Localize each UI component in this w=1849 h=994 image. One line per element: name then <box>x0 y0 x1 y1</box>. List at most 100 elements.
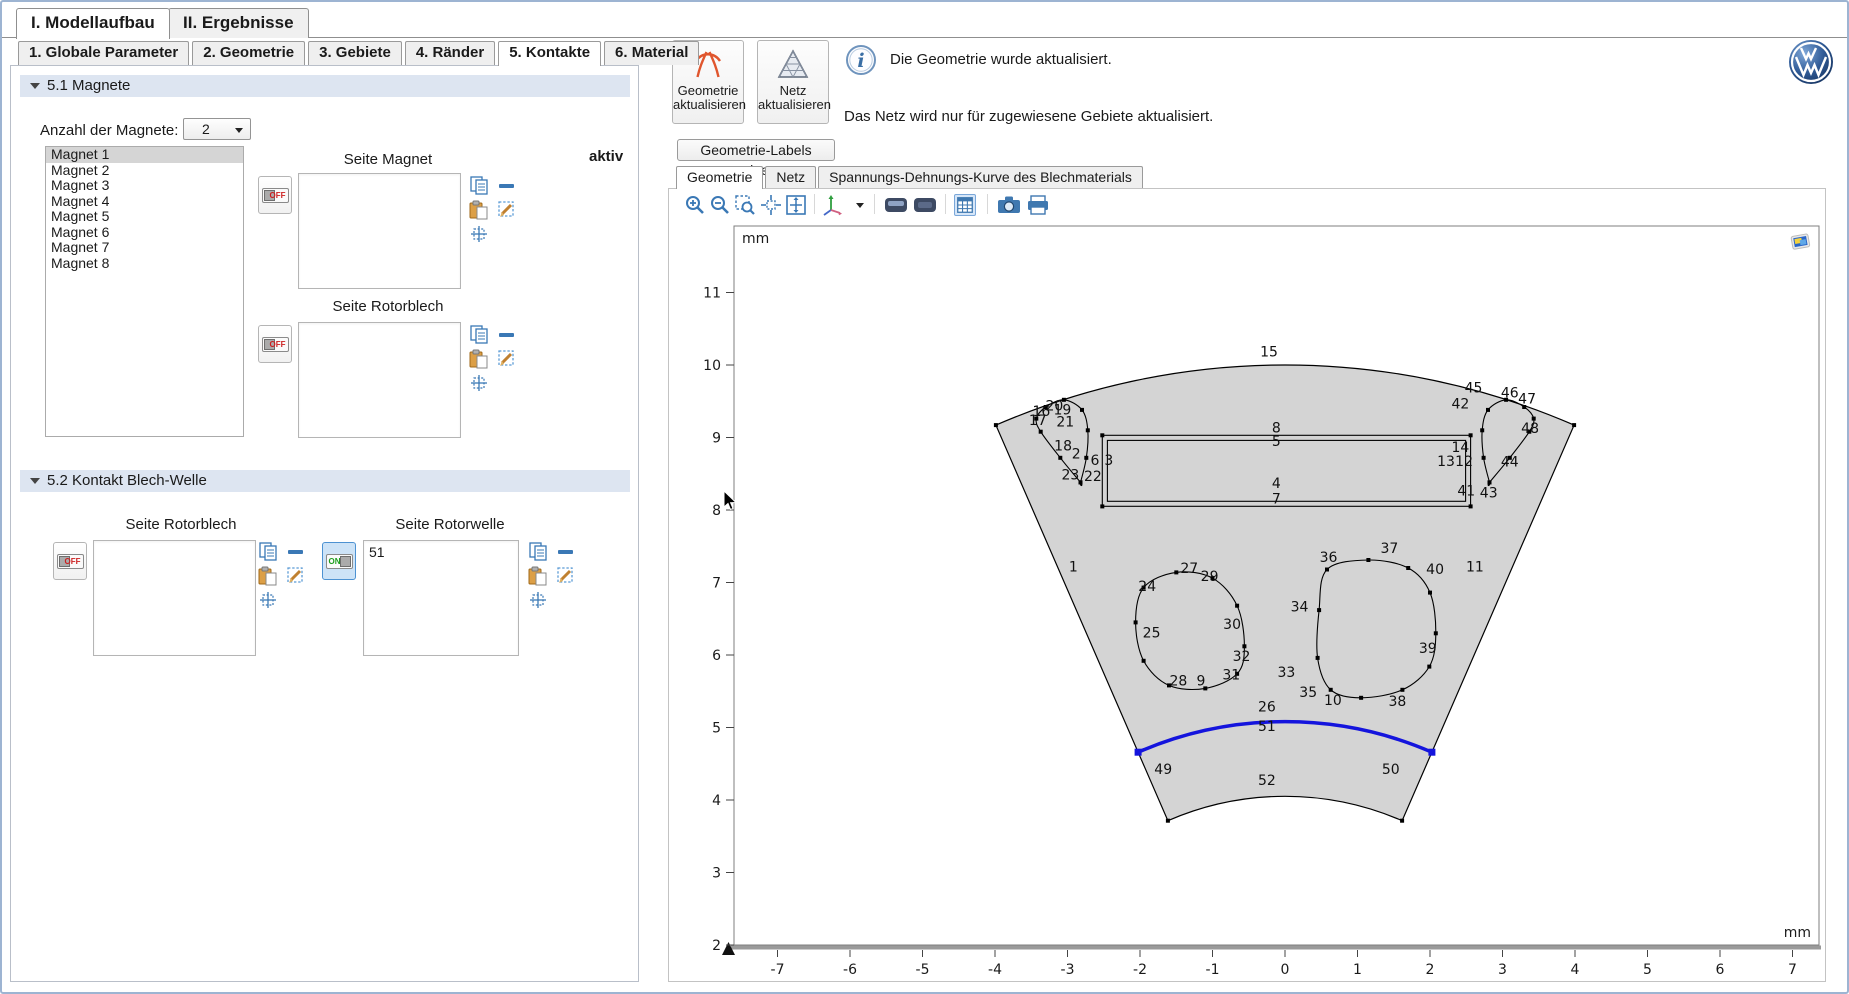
paste-selection-icon[interactable] <box>469 349 489 369</box>
magnet-count-dropdown[interactable]: 2 <box>183 118 251 140</box>
kontakt-rotorwelle-title: Seite Rotorwelle <box>360 516 540 533</box>
copy-selection-icon[interactable] <box>469 176 489 196</box>
x-tick-label: 3 <box>1498 962 1507 978</box>
zoom-to-selection-icon[interactable] <box>528 590 548 610</box>
axis-orientation-icon[interactable] <box>821 194 851 216</box>
magnet-list-item[interactable]: Magnet 1 <box>46 147 243 163</box>
button-label: Netz aktualisieren <box>758 83 831 112</box>
subtab-6[interactable]: 6. Material <box>604 41 699 65</box>
section-header-kontakt[interactable]: 5.2 Kontakt Blech-Welle <box>20 470 630 492</box>
vertex-dot <box>1480 428 1484 432</box>
edge-label-15: 15 <box>1260 344 1278 360</box>
remove-selection-icon[interactable] <box>497 176 517 196</box>
vertex-dot <box>1039 430 1043 434</box>
edge-label-21: 21 <box>1056 415 1074 431</box>
orientation-dropdown-caret-icon[interactable] <box>853 194 867 216</box>
print-icon[interactable] <box>1025 194 1051 216</box>
magnet-list-item[interactable]: Magnet 2 <box>46 163 243 179</box>
seite-magnet-selection-box[interactable] <box>298 173 461 289</box>
clear-selection-icon[interactable] <box>497 349 517 369</box>
clear-selection-icon[interactable] <box>286 566 306 586</box>
magnet-list-item[interactable]: Magnet 5 <box>46 209 243 225</box>
remove-selection-icon[interactable] <box>286 542 306 562</box>
zoom-out-icon[interactable] <box>709 194 731 216</box>
vertex-dot <box>1317 608 1321 612</box>
subtab-1[interactable]: 1. Globale Parameter <box>18 41 189 65</box>
view-tab-1[interactable]: Geometrie <box>676 166 763 189</box>
edge-label-40: 40 <box>1426 562 1444 578</box>
paste-selection-icon[interactable] <box>258 566 278 586</box>
section-header-magnete[interactable]: 5.1 Magnete <box>20 75 630 97</box>
remove-selection-icon[interactable] <box>556 542 576 562</box>
paste-selection-icon[interactable] <box>528 566 548 586</box>
magnet-list-item[interactable]: Magnet 4 <box>46 194 243 210</box>
show-geometry-labels-button[interactable]: Geometrie-Labels zeigen <box>677 139 835 161</box>
edge-label-44: 44 <box>1501 455 1519 471</box>
vw-logo-icon <box>1788 39 1834 85</box>
zoom-box-icon[interactable] <box>734 194 756 216</box>
kontakt-rotorblech-selection-box[interactable] <box>93 540 256 656</box>
paste-selection-icon[interactable] <box>469 200 489 220</box>
vertex-dot <box>1428 591 1432 595</box>
edge-label-33: 33 <box>1277 665 1295 681</box>
vertex-dot <box>1084 456 1088 460</box>
tab-modellaufbau[interactable]: I. Modellaufbau <box>16 8 170 39</box>
kontakt-rotorblech-toggle[interactable]: OFF <box>53 542 87 580</box>
magnet-list-item[interactable]: Magnet 3 <box>46 178 243 194</box>
zoom-to-selection-icon[interactable] <box>469 224 489 244</box>
edge-label-39: 39 <box>1419 641 1437 657</box>
y-tick-label: 10 <box>703 358 721 374</box>
vertex-dot <box>1100 504 1104 508</box>
copy-selection-icon[interactable] <box>258 542 278 562</box>
seite-rotorblech-selection-box[interactable] <box>298 322 461 438</box>
magnet-list[interactable]: Magnet 1Magnet 2Magnet 3Magnet 4Magnet 5… <box>45 146 244 437</box>
magnet-list-item[interactable]: Magnet 6 <box>46 225 243 241</box>
snapshot-camera-icon[interactable] <box>996 194 1022 216</box>
edge-label-1: 1 <box>1069 560 1078 576</box>
remove-selection-icon[interactable] <box>497 325 517 345</box>
edge-label-49: 49 <box>1154 762 1172 778</box>
toggle-state-label: OFF <box>65 557 81 566</box>
clear-selection-icon[interactable] <box>497 200 517 220</box>
edge-label-4: 4 <box>1272 476 1281 492</box>
tab-ergebnisse[interactable]: II. Ergebnisse <box>168 8 309 38</box>
subtab-5[interactable]: 5. Kontakte <box>498 41 601 66</box>
seite-rotorblech-title: Seite Rotorblech <box>298 298 478 315</box>
grid-toggle-icon[interactable] <box>954 194 976 216</box>
export-image-icon[interactable] <box>883 194 909 216</box>
colormap-icon[interactable] <box>1789 231 1813 253</box>
edge-label-46: 46 <box>1501 386 1519 402</box>
seite-magnet-toggle[interactable]: OFF <box>258 176 292 214</box>
copy-image-icon[interactable] <box>912 194 938 216</box>
subtab-4[interactable]: 4. Ränder <box>405 41 495 65</box>
view-tab-3[interactable]: Spannungs-Dehnungs-Kurve des Blechmateri… <box>818 166 1143 188</box>
zoom-to-selection-icon[interactable] <box>258 590 278 610</box>
x-tick-label: 7 <box>1788 962 1797 978</box>
x-tick-label: -1 <box>1206 962 1220 978</box>
vertex-dot <box>1427 665 1431 669</box>
edge-label-30: 30 <box>1223 617 1241 633</box>
subtab-3[interactable]: 3. Gebiete <box>308 41 402 65</box>
subtab-2[interactable]: 2. Geometrie <box>192 41 305 65</box>
x-tick-label: -2 <box>1133 962 1147 978</box>
kontakt-rotorwelle-selection-box[interactable]: 51 <box>363 540 519 656</box>
x-tick-label: -6 <box>843 962 857 978</box>
edge-label-10: 10 <box>1324 693 1342 709</box>
zoom-in-icon[interactable] <box>684 194 706 216</box>
zoom-fit-icon[interactable] <box>785 194 807 216</box>
zoom-to-selection-icon[interactable] <box>469 373 489 393</box>
edge-label-43: 43 <box>1480 486 1498 502</box>
zoom-extents-icon[interactable] <box>760 194 782 216</box>
copy-selection-icon[interactable] <box>528 542 548 562</box>
magnet-list-item[interactable]: Magnet 7 <box>46 240 243 256</box>
edge-label-45: 45 <box>1465 381 1483 397</box>
magnet-count-value: 2 <box>202 121 210 137</box>
y-tick-label: 6 <box>712 648 721 664</box>
seite-rotorblech-toggle[interactable]: OFF <box>258 325 292 363</box>
copy-selection-icon[interactable] <box>469 325 489 345</box>
update-mesh-button[interactable]: Netz aktualisieren <box>757 40 829 124</box>
kontakt-rotorwelle-toggle[interactable]: ON <box>322 542 356 580</box>
clear-selection-icon[interactable] <box>556 566 576 586</box>
magnet-list-item[interactable]: Magnet 8 <box>46 256 243 272</box>
view-tab-2[interactable]: Netz <box>765 166 816 188</box>
